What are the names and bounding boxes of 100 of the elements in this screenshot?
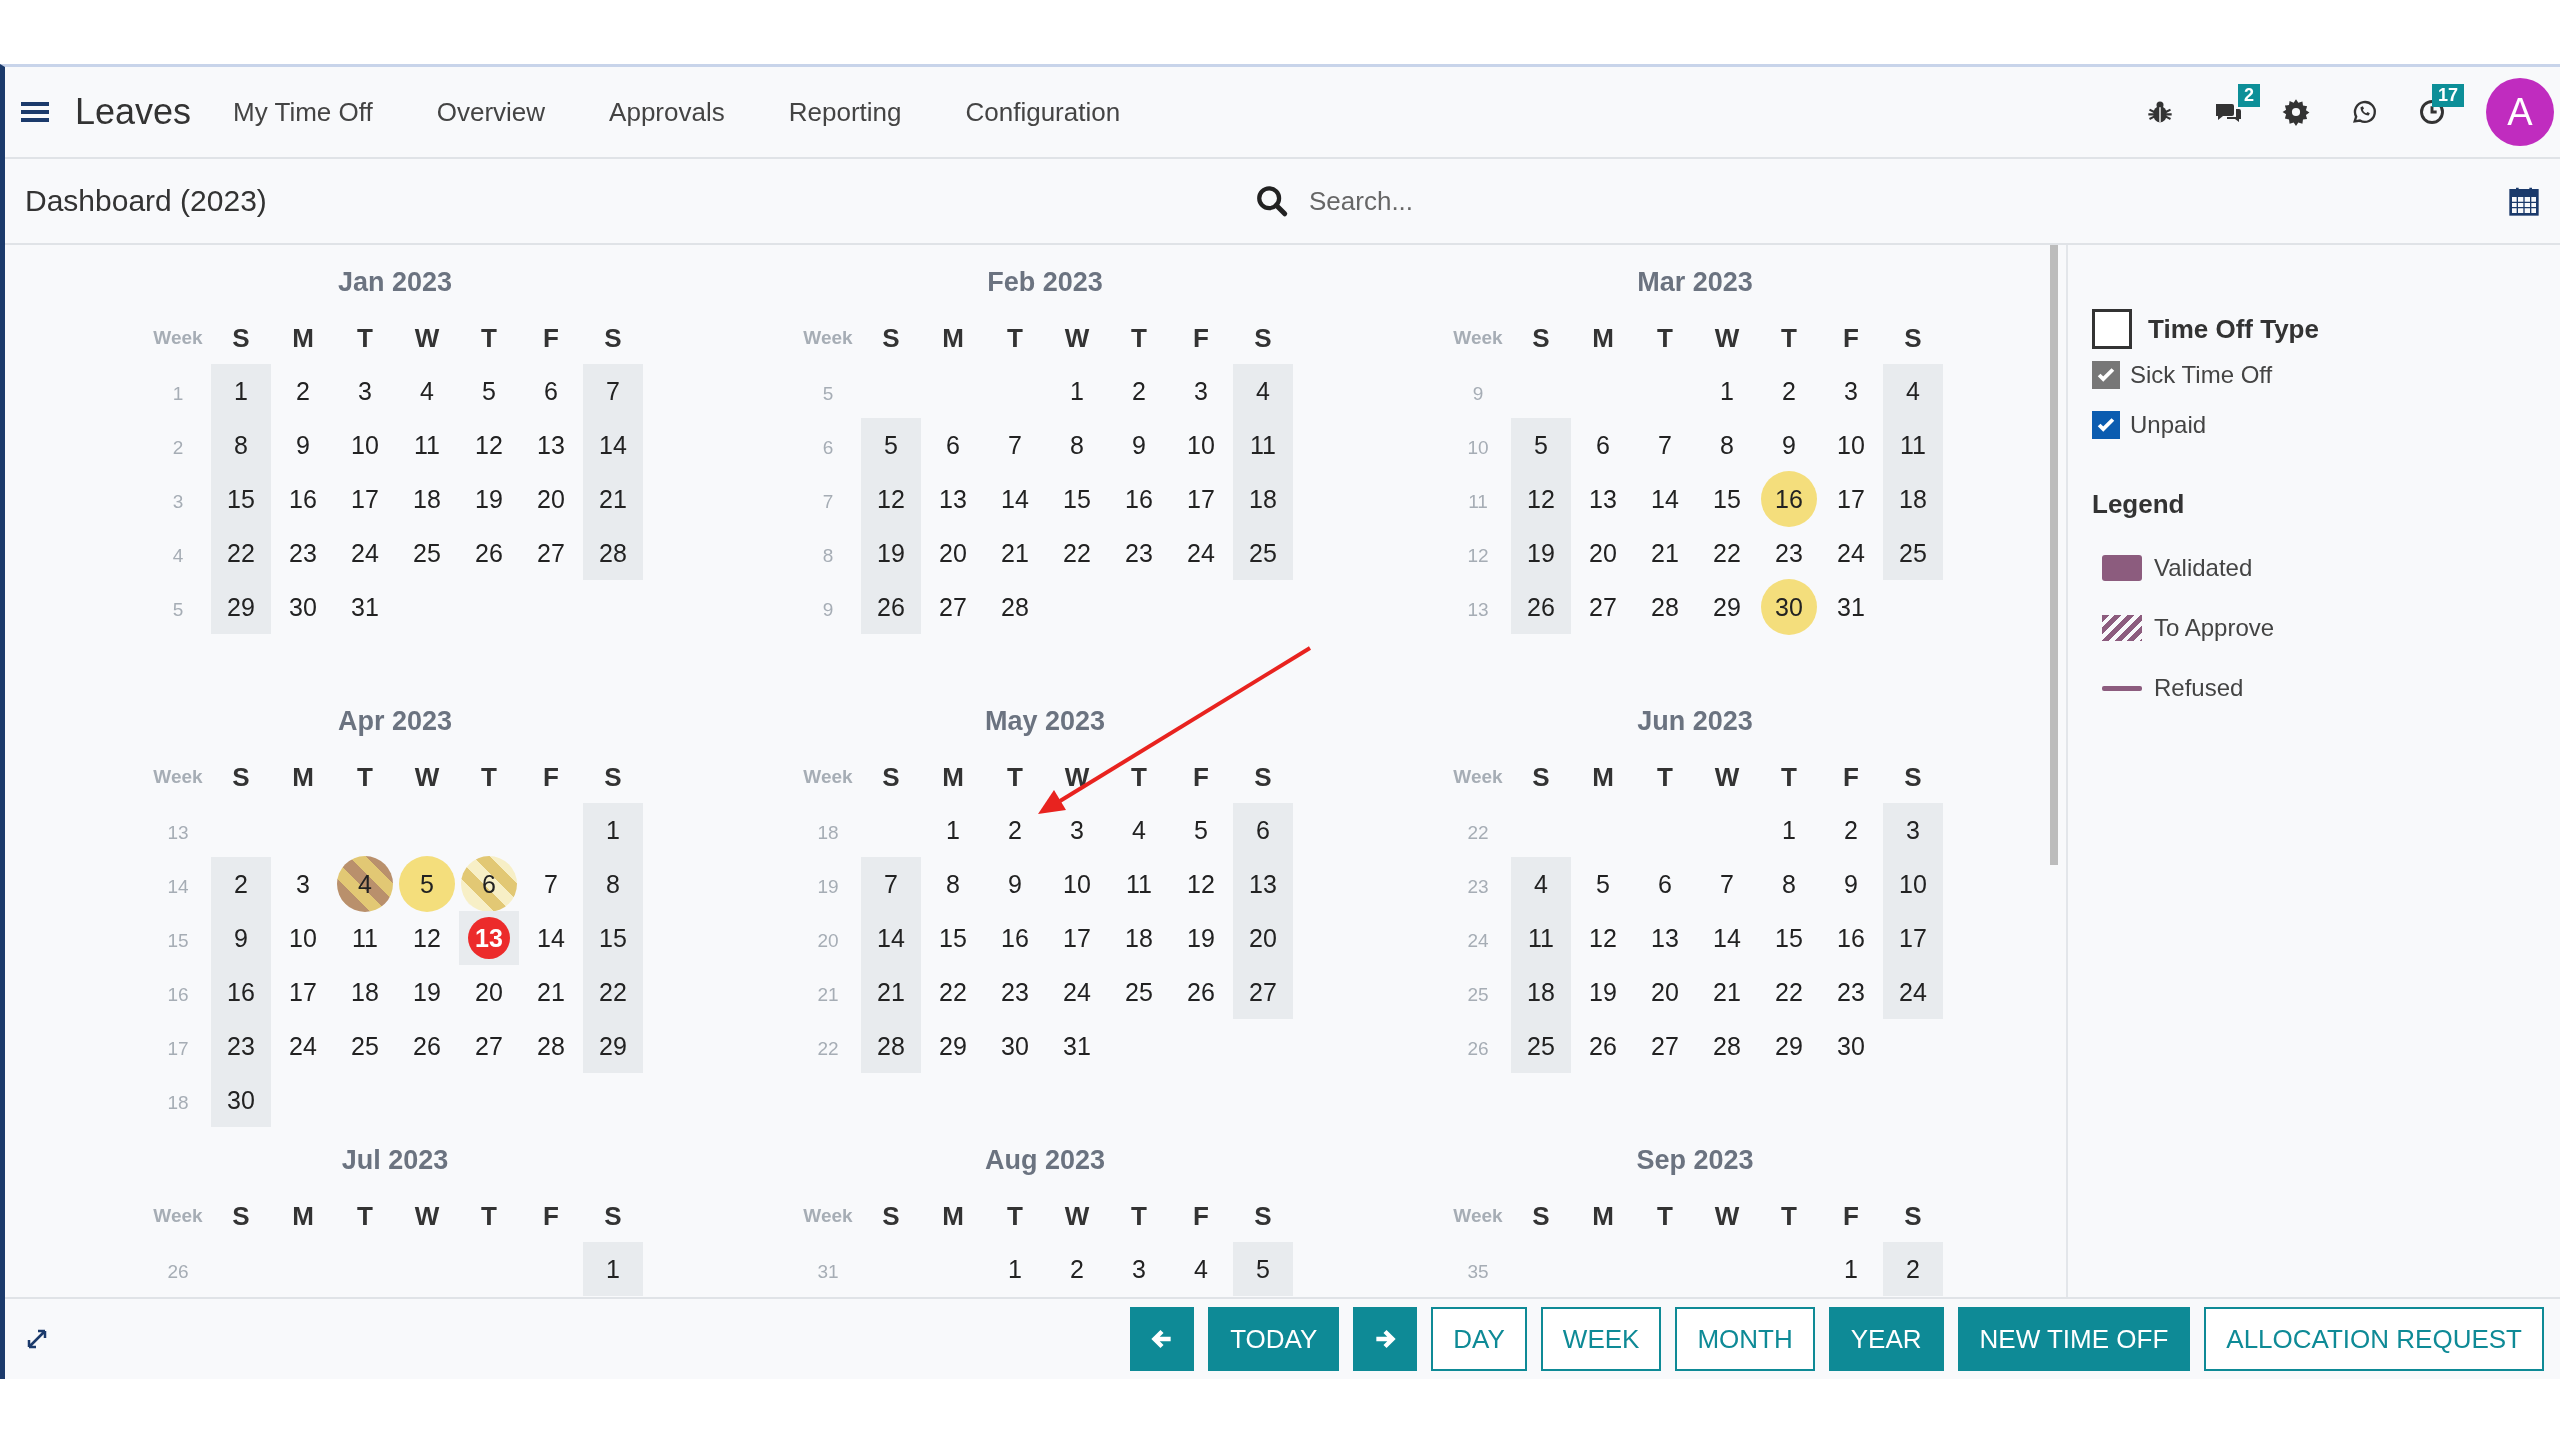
menu-item[interactable]: Reporting — [788, 96, 902, 128]
day-cell[interactable]: 22 — [1759, 965, 1819, 1019]
day-cell[interactable]: 5 — [1511, 418, 1571, 472]
day-cell[interactable]: 19 — [1511, 526, 1571, 580]
day-cell[interactable]: 30 — [211, 1073, 271, 1127]
day-cell[interactable]: 6 — [923, 418, 983, 472]
day-cell[interactable]: 8 — [1047, 418, 1107, 472]
day-cell[interactable]: 25 — [397, 526, 457, 580]
day-cell[interactable]: 27 — [1635, 1019, 1695, 1073]
day-cell[interactable]: 27 — [1573, 580, 1633, 634]
day-cell[interactable]: 5 — [1233, 1242, 1293, 1296]
day-cell[interactable]: 26 — [1171, 965, 1231, 1019]
day-cell[interactable]: 16 — [1821, 911, 1881, 965]
day-cell[interactable]: 8 — [1697, 418, 1757, 472]
day-cell[interactable]: 13 — [923, 472, 983, 526]
day-cell[interactable]: 4 — [1171, 1242, 1231, 1296]
time-off-marker[interactable]: 30 — [1761, 579, 1817, 635]
day-cell[interactable]: 5 — [459, 364, 519, 418]
day-cell[interactable]: 26 — [459, 526, 519, 580]
day-cell[interactable]: 18 — [397, 472, 457, 526]
day-cell[interactable]: 4 — [1109, 803, 1169, 857]
day-cell[interactable]: 9 — [1821, 857, 1881, 911]
day-cell[interactable]: 2 — [1883, 1242, 1943, 1296]
day-cell[interactable]: 13 — [521, 418, 581, 472]
day-cell[interactable]: 16 — [985, 911, 1045, 965]
time-off-marker[interactable]: 4 — [337, 856, 393, 912]
day-cell[interactable]: 11 — [335, 911, 395, 965]
day-cell[interactable]: 16 — [1109, 472, 1169, 526]
day-cell[interactable]: 12 — [397, 911, 457, 965]
day-cell[interactable]: 2 — [1047, 1242, 1107, 1296]
day-cell[interactable]: 11 — [1883, 418, 1943, 472]
day-cell[interactable]: 20 — [1233, 911, 1293, 965]
day-cell[interactable]: 13 — [1233, 857, 1293, 911]
day-cell[interactable]: 3 — [1109, 1242, 1169, 1296]
checkbox[interactable] — [2092, 309, 2132, 349]
day-cell[interactable]: 23 — [273, 526, 333, 580]
day-cell[interactable]: 9 — [211, 911, 271, 965]
day-cell[interactable]: 19 — [861, 526, 921, 580]
day-cell[interactable]: 2 — [273, 364, 333, 418]
day-cell[interactable]: 11 — [1233, 418, 1293, 472]
day-cell[interactable]: 17 — [335, 472, 395, 526]
action-button[interactable]: ALLOCATION REQUEST — [2204, 1307, 2544, 1371]
day-cell[interactable]: 27 — [923, 580, 983, 634]
menu-item[interactable]: Overview — [436, 96, 546, 128]
day-cell[interactable]: 9 — [1759, 418, 1819, 472]
calendar-icon[interactable] — [2508, 185, 2540, 217]
day-cell[interactable]: 8 — [211, 418, 271, 472]
day-cell[interactable]: 5 — [1573, 857, 1633, 911]
day-cell[interactable]: 21 — [1697, 965, 1757, 1019]
day-cell[interactable]: 21 — [1635, 526, 1695, 580]
day-cell[interactable]: 28 — [583, 526, 643, 580]
time-off-marker[interactable]: 6 — [461, 856, 517, 912]
day-cell[interactable]: 17 — [1883, 911, 1943, 965]
day-cell[interactable]: 28 — [1635, 580, 1695, 634]
day-cell[interactable]: 31 — [335, 580, 395, 634]
day-cell[interactable]: 3 — [1821, 364, 1881, 418]
day-cell[interactable]: 27 — [1233, 965, 1293, 1019]
day-cell[interactable]: 26 — [1511, 580, 1571, 634]
day-cell[interactable]: 9 — [273, 418, 333, 472]
scale-button[interactable]: MONTH — [1675, 1307, 1815, 1371]
day-cell[interactable]: 24 — [1171, 526, 1231, 580]
day-cell[interactable]: 2 — [985, 803, 1045, 857]
day-cell[interactable]: 30 — [273, 580, 333, 634]
menu-icon[interactable] — [21, 100, 49, 124]
day-cell[interactable]: 4 — [1511, 857, 1571, 911]
day-cell[interactable]: 3 — [1047, 803, 1107, 857]
day-cell[interactable]: 21 — [861, 965, 921, 1019]
day-cell[interactable]: 7 — [583, 364, 643, 418]
day-cell[interactable]: 29 — [923, 1019, 983, 1073]
day-cell[interactable]: 8 — [583, 857, 643, 911]
day-cell[interactable]: 11 — [1109, 857, 1169, 911]
day-cell[interactable]: 1 — [1821, 1242, 1881, 1296]
day-cell[interactable]: 23 — [1109, 526, 1169, 580]
day-cell[interactable]: 1 — [583, 1242, 643, 1296]
day-cell[interactable]: 15 — [583, 911, 643, 965]
day-cell[interactable]: 28 — [985, 580, 1045, 634]
day-cell[interactable]: 12 — [1171, 857, 1231, 911]
day-cell[interactable]: 24 — [1821, 526, 1881, 580]
day-cell[interactable]: 5 — [861, 418, 921, 472]
day-cell[interactable]: 12 — [861, 472, 921, 526]
day-cell[interactable]: 21 — [985, 526, 1045, 580]
day-cell[interactable]: 18 — [1233, 472, 1293, 526]
time-off-marker[interactable]: 5 — [399, 856, 455, 912]
day-cell[interactable]: 8 — [923, 857, 983, 911]
day-cell[interactable]: 20 — [1635, 965, 1695, 1019]
day-cell[interactable]: 19 — [459, 472, 519, 526]
scale-button[interactable]: YEAR — [1828, 1307, 1944, 1371]
today-button[interactable]: TODAY — [1208, 1307, 1340, 1371]
day-cell[interactable]: 3 — [273, 857, 333, 911]
day-cell[interactable]: 1 — [985, 1242, 1045, 1296]
day-cell[interactable]: 22 — [923, 965, 983, 1019]
day-cell[interactable]: 14 — [1697, 911, 1757, 965]
day-cell[interactable]: 31 — [1821, 580, 1881, 634]
day-cell[interactable]: 10 — [273, 911, 333, 965]
day-cell[interactable]: 3 — [335, 364, 395, 418]
checkbox[interactable] — [2092, 361, 2120, 389]
next-button[interactable] — [1353, 1307, 1418, 1371]
day-cell[interactable]: 21 — [583, 472, 643, 526]
day-cell[interactable]: 6 — [1635, 857, 1695, 911]
day-cell[interactable]: 5 — [1171, 803, 1231, 857]
